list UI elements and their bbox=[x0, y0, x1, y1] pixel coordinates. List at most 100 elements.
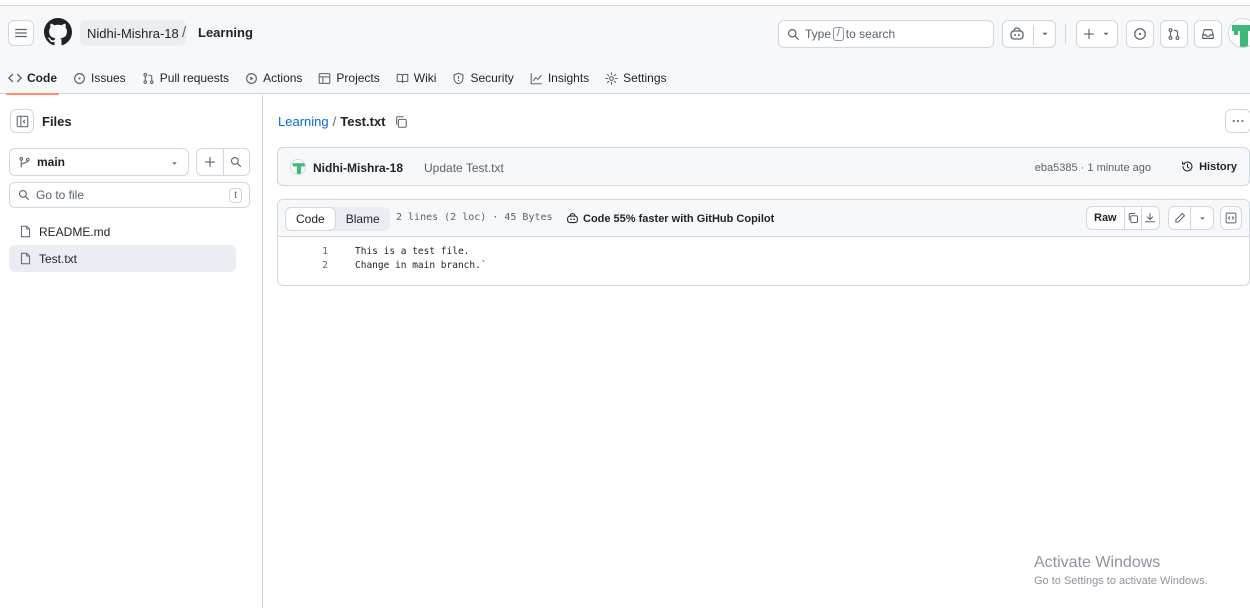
search-icon bbox=[18, 189, 30, 201]
inbox-icon bbox=[1202, 29, 1214, 39]
commit-meta[interactable]: eba5385 · 1 minute ago bbox=[1035, 162, 1151, 174]
gear-icon bbox=[605, 71, 618, 85]
breadcrumb-owner[interactable]: Nidhi-Mishra-18 bbox=[80, 20, 186, 46]
file-viewer-toolbar: Code Blame 2 lines (2 loc) · 45 Bytes Co… bbox=[278, 200, 1249, 237]
menu-button[interactable] bbox=[8, 20, 34, 46]
symbols-panel-button[interactable] bbox=[1220, 206, 1242, 230]
tab-wiki[interactable]: Wiki bbox=[390, 62, 443, 94]
tab-code[interactable]: Code bbox=[2, 62, 63, 95]
pull-requests-button[interactable] bbox=[1160, 20, 1188, 48]
branch-icon bbox=[19, 156, 30, 167]
plus-icon bbox=[1083, 28, 1095, 40]
search-shortcut-key: / bbox=[833, 27, 844, 41]
search-input[interactable]: Type / to search bbox=[778, 20, 994, 48]
avatar-identicon bbox=[292, 163, 305, 174]
graph-icon bbox=[530, 72, 542, 84]
line-text: Change in main branch.` bbox=[355, 260, 487, 271]
blame-view-button[interactable]: Blame bbox=[336, 207, 390, 231]
code-line: 1 This is a test file. bbox=[278, 245, 1249, 259]
create-new-button[interactable] bbox=[1076, 20, 1118, 48]
edit-file-button[interactable] bbox=[1169, 207, 1192, 229]
file-tree-item-selected[interactable]: Test.txt bbox=[9, 245, 236, 272]
commit-message[interactable]: Update Test.txt bbox=[424, 161, 504, 175]
pull-request-icon bbox=[143, 72, 154, 84]
tab-security[interactable]: Security bbox=[446, 62, 519, 94]
copilot-promo-text: Code 55% faster with GitHub Copilot bbox=[583, 212, 775, 225]
breadcrumb-repo[interactable]: Learning bbox=[198, 25, 253, 40]
search-icon[interactable] bbox=[230, 156, 242, 168]
copy-icon[interactable] bbox=[394, 115, 408, 129]
file-tree-item-label: README.md bbox=[39, 224, 111, 239]
code-line: 2 Change in main branch.` bbox=[278, 259, 1249, 273]
chevron-down-icon bbox=[1103, 32, 1109, 36]
copilot-divider bbox=[1033, 25, 1034, 45]
tab-actions[interactable]: Actions bbox=[239, 62, 308, 94]
collapse-sidebar-button[interactable] bbox=[10, 109, 34, 133]
file-tree-item-label: Test.txt bbox=[39, 251, 78, 266]
pencil-icon bbox=[1174, 213, 1185, 223]
edit-options-dropdown[interactable] bbox=[1191, 207, 1213, 229]
code-icon bbox=[8, 73, 22, 83]
shield-icon bbox=[453, 72, 464, 84]
line-number[interactable]: 1 bbox=[278, 245, 328, 259]
tab-label: Actions bbox=[263, 71, 303, 85]
history-icon bbox=[1182, 161, 1193, 172]
sidebar-collapse-icon bbox=[16, 115, 28, 127]
latest-commit-bar: Nidhi-Mishra-18 Update Test.txt eba5385 … bbox=[277, 147, 1250, 186]
go-to-file-placeholder: Go to file bbox=[36, 188, 85, 202]
copy-raw-button[interactable] bbox=[1125, 207, 1142, 229]
watermark-title: Activate Windows bbox=[1034, 554, 1161, 571]
issue-icon bbox=[74, 72, 85, 84]
file-tree-item[interactable]: README.md bbox=[9, 218, 236, 245]
copilot-promo-link[interactable]: Code 55% faster with GitHub Copilot bbox=[566, 212, 774, 225]
chevron-down-icon[interactable] bbox=[1040, 29, 1050, 39]
tab-pull-requests[interactable]: Pull requests bbox=[136, 62, 235, 94]
line-number[interactable]: 2 bbox=[278, 259, 328, 273]
copilot-button[interactable] bbox=[1002, 20, 1056, 48]
tab-label: Projects bbox=[336, 71, 380, 85]
more-options-button[interactable] bbox=[1225, 109, 1250, 133]
tab-projects[interactable]: Projects bbox=[312, 62, 385, 94]
sidebar-title: Files bbox=[42, 114, 72, 129]
file-breadcrumb: Learning / Test.txt bbox=[278, 114, 408, 129]
copilot-icon bbox=[1010, 27, 1024, 40]
kebab-horizontal-icon bbox=[1232, 119, 1244, 123]
commit-author[interactable]: Nidhi-Mishra-18 bbox=[313, 161, 403, 175]
download-icon bbox=[1145, 213, 1156, 223]
breadcrumb-repo-link[interactable]: Learning bbox=[278, 114, 329, 129]
tab-label: Code bbox=[27, 71, 57, 85]
view-mode-toggle: Code Blame bbox=[285, 207, 390, 231]
branch-selector[interactable]: main bbox=[9, 148, 189, 176]
file-icon bbox=[20, 225, 31, 238]
tab-settings[interactable]: Settings bbox=[599, 62, 672, 94]
github-logo[interactable] bbox=[44, 18, 72, 46]
activate-windows-watermark: Activate Windows Go to Settings to activ… bbox=[1034, 554, 1208, 587]
tab-label: Pull requests bbox=[159, 71, 230, 85]
hamburger-icon bbox=[15, 28, 27, 38]
inbox-button[interactable] bbox=[1194, 20, 1222, 48]
tab-label: Issues bbox=[91, 71, 126, 85]
book-icon bbox=[396, 73, 409, 83]
commit-author-avatar[interactable] bbox=[290, 159, 306, 175]
header-divider bbox=[1065, 24, 1066, 44]
issues-button[interactable] bbox=[1126, 20, 1154, 48]
tab-insights[interactable]: Insights bbox=[524, 62, 595, 94]
download-raw-button[interactable] bbox=[1142, 207, 1159, 229]
history-button[interactable]: History bbox=[1181, 160, 1237, 173]
file-tree-sidebar: Files main Go to file t README.md Test.t… bbox=[0, 95, 263, 608]
code-content[interactable]: 1 This is a test file. 2 Change in main … bbox=[278, 245, 1249, 273]
copy-icon bbox=[1128, 213, 1138, 223]
plus-icon[interactable] bbox=[204, 156, 216, 168]
go-to-file-input[interactable]: Go to file t bbox=[9, 182, 250, 208]
avatar-identicon bbox=[1232, 25, 1250, 47]
raw-button[interactable]: Raw bbox=[1087, 207, 1125, 229]
tab-label: Settings bbox=[623, 71, 667, 85]
user-avatar[interactable] bbox=[1228, 18, 1250, 48]
watermark-subtitle: Go to Settings to activate Windows. bbox=[1034, 575, 1208, 587]
breadcrumb-separator: / bbox=[182, 24, 187, 41]
code-view-button[interactable]: Code bbox=[285, 207, 336, 231]
file-name: Test.txt bbox=[340, 114, 386, 129]
tab-issues[interactable]: Issues bbox=[67, 62, 132, 94]
code-square-icon bbox=[1225, 212, 1237, 224]
tab-label: Security bbox=[470, 71, 514, 85]
